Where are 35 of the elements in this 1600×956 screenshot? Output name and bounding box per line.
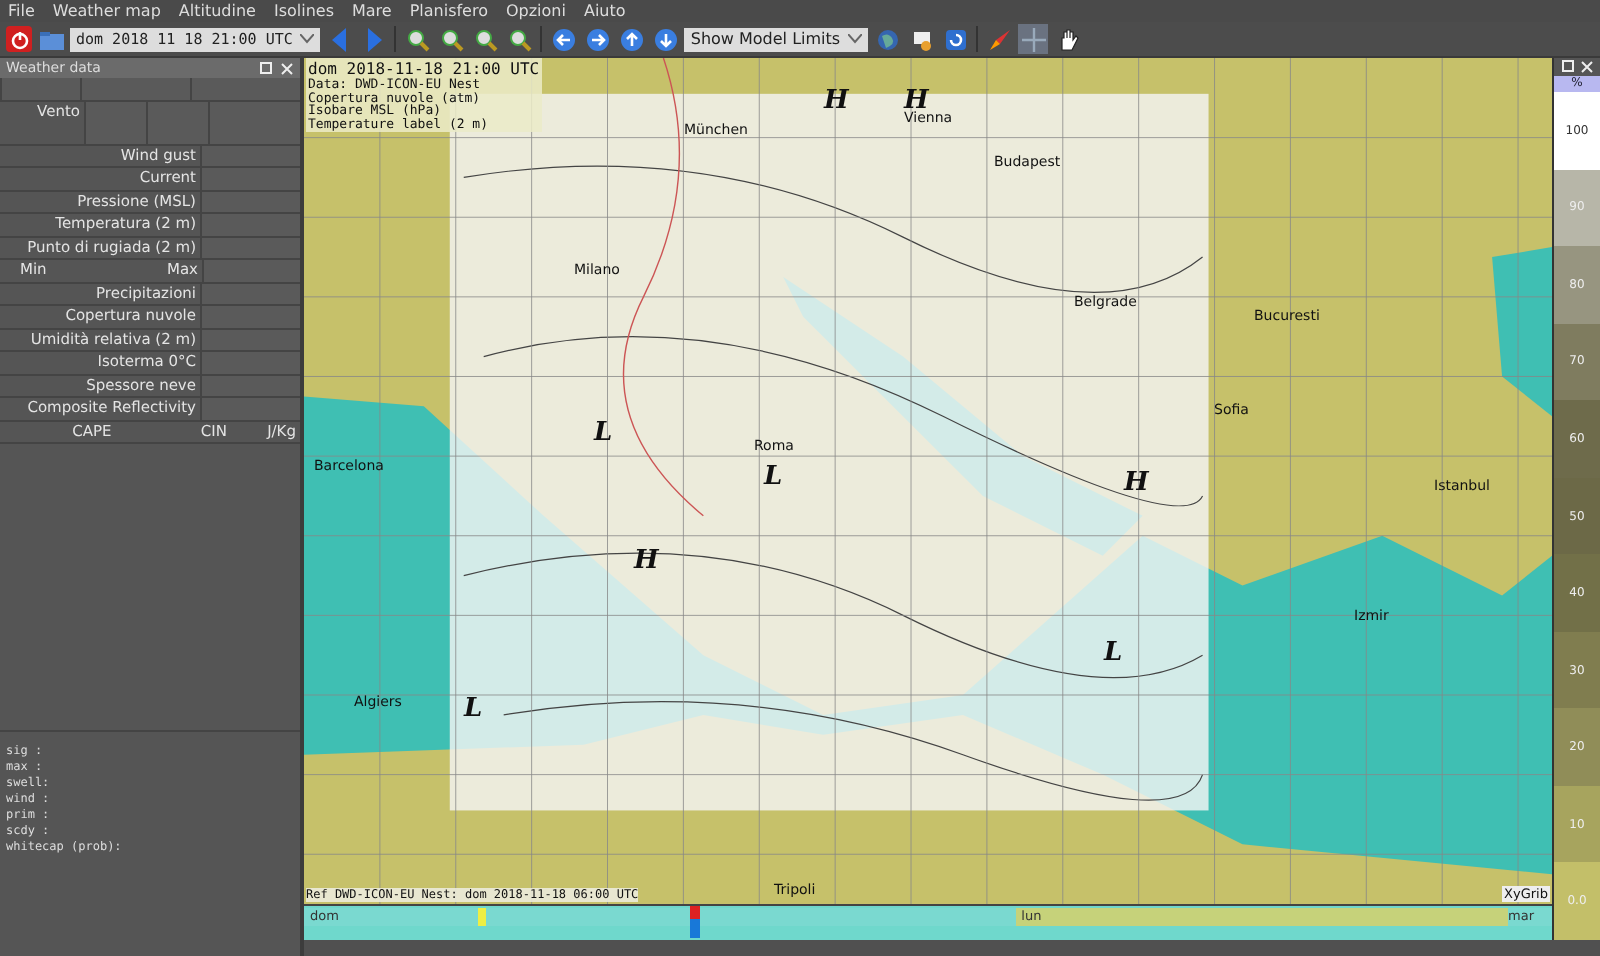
menu-item[interactable]: Mare [351,0,392,22]
menu-item[interactable]: Planisfero [409,0,488,22]
float-icon[interactable] [260,61,274,75]
refresh-icon[interactable] [940,24,971,54]
pressure-mark: L [464,694,483,724]
zoom-icon[interactable] [504,24,535,54]
slider-thumb[interactable] [690,906,701,938]
caret-icon [848,34,863,44]
menu-item[interactable]: Weather map [52,0,161,22]
zoom-icon[interactable] [470,24,501,54]
pressure-mark: L [764,462,783,492]
pressure-mark: H [824,86,849,116]
zoom-icon[interactable] [436,24,467,54]
pressure-mark: L [1104,638,1123,668]
pressure-mark: H [1124,468,1149,498]
close-icon[interactable] [1579,60,1593,74]
menu-item[interactable]: Isolines [273,0,334,22]
menu-item[interactable]: Aiuto [583,0,626,22]
zoom-icon[interactable] [402,24,433,54]
arrow-icon[interactable] [548,24,579,54]
float-icon[interactable] [1561,60,1575,74]
arrow-icon[interactable] [650,24,681,54]
pressure-mark: L [594,418,613,448]
close-icon[interactable] [280,61,294,75]
crosshair-icon[interactable] [1018,24,1049,54]
arrow-icon[interactable] [582,24,613,54]
model-limits-select[interactable]: Show Model Limits [684,27,869,51]
power-icon[interactable] [6,26,32,52]
menu-item[interactable]: File [8,0,35,22]
globe-icon[interactable] [872,24,903,54]
caret-icon [300,34,315,44]
pressure-mark: H [634,546,659,576]
menu-item[interactable]: Altitudine [178,0,256,22]
arrow-icon[interactable] [616,24,647,54]
menu-item[interactable]: Opzioni [505,0,566,22]
